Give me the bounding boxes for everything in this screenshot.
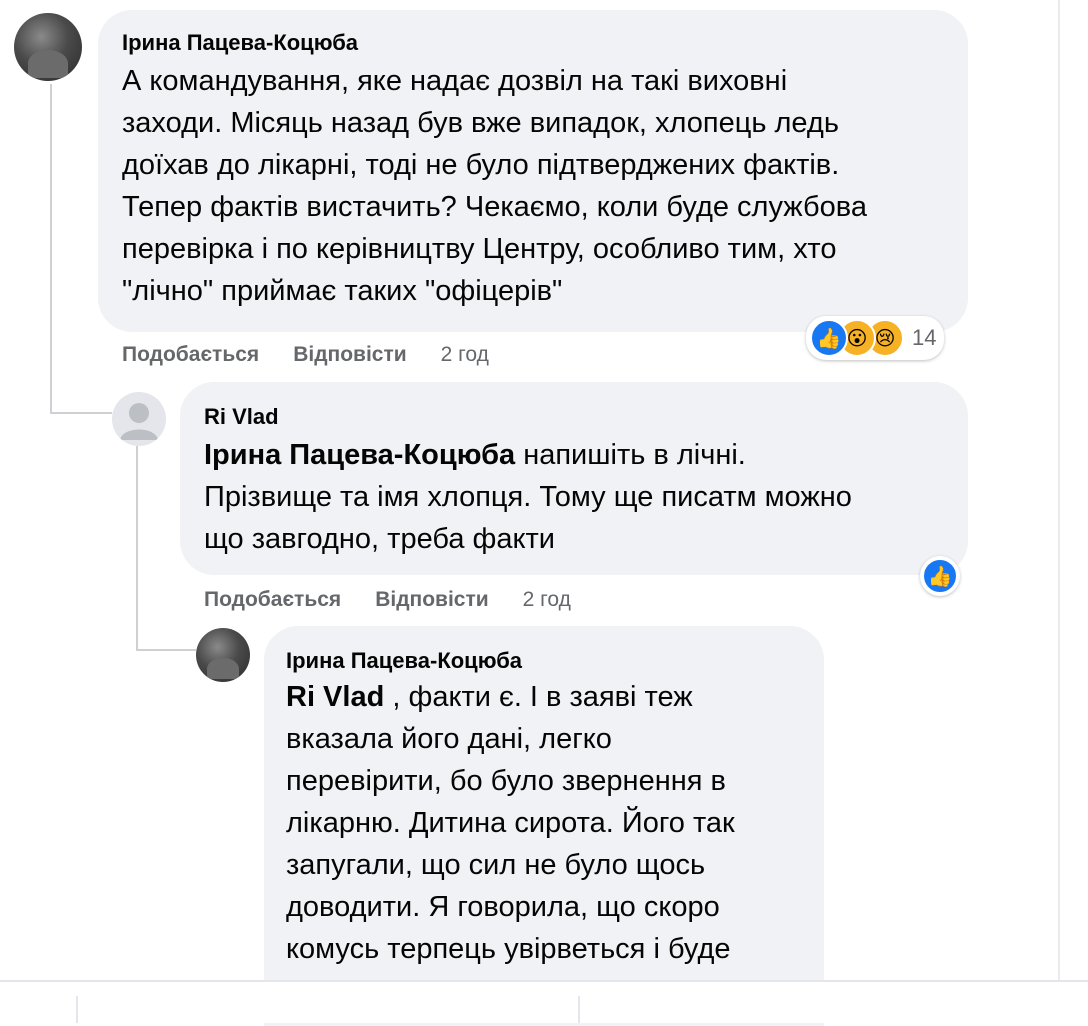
comment-line-rest: , факти є. І в заяві теж bbox=[384, 681, 693, 713]
comment-line: Тепер фактів вистачить? Чекаємо, коли бу… bbox=[122, 191, 867, 223]
default-avatar-icon bbox=[120, 403, 158, 440]
comment-line: лікарню. Дитина сирота. Його так bbox=[286, 807, 735, 839]
comment-bubble: Ri Vlad Ірина Пацева-Коцюба напишіть в л… bbox=[180, 382, 968, 575]
avatar[interactable] bbox=[14, 13, 82, 81]
reaction-summary[interactable]: 👍 bbox=[920, 556, 960, 596]
comment-author[interactable]: Ri Vlad bbox=[204, 404, 279, 430]
comment-line: "лічно" приймає таких "офіцерів" bbox=[122, 275, 563, 307]
thread-line-branch bbox=[136, 649, 196, 651]
comment-text: Ірина Пацева-Коцюба напишіть в лічні. Пр… bbox=[204, 434, 964, 560]
comment-bubble: Ірина Пацева-Коцюба А командування, яке … bbox=[98, 10, 968, 332]
comment-line: комусь терпець увірветься і буде bbox=[286, 933, 731, 965]
comment-line-rest: напишіть в лічні. bbox=[515, 439, 746, 471]
like-icon: 👍 bbox=[922, 558, 958, 594]
comment-author[interactable]: Ірина Пацева-Коцюба bbox=[122, 30, 358, 56]
reply-button[interactable]: Відповісти bbox=[375, 588, 488, 611]
avatar[interactable] bbox=[112, 392, 166, 446]
like-button[interactable]: Подобається bbox=[122, 343, 259, 366]
comment-line: Ірина Пацева-Коцюба напишіть в лічні. bbox=[204, 434, 964, 476]
comment-line: перевірка і по керівництву Центру, особл… bbox=[122, 233, 837, 265]
avatar[interactable] bbox=[196, 628, 250, 682]
mention-link[interactable]: Ri Vlad bbox=[286, 681, 384, 713]
like-button[interactable]: Подобається bbox=[204, 588, 341, 611]
comment-text: А командування, яке надає дозвіл на такі… bbox=[122, 60, 962, 312]
timestamp[interactable]: 2 год bbox=[441, 343, 489, 366]
timestamp[interactable]: 2 год bbox=[523, 588, 571, 611]
comment-line: доводити. Я говорила, що скоро bbox=[286, 891, 720, 923]
comment-text: Ri Vlad , факти є. І в заяві теж вказала… bbox=[286, 676, 816, 970]
comment-line: запугали, що сил не було щось bbox=[286, 849, 706, 881]
like-icon: 👍 bbox=[810, 319, 848, 357]
toolbar-divider bbox=[578, 996, 580, 1023]
comment-bubble: Ірина Пацева-Коцюба Ri Vlad , факти є. І… bbox=[264, 626, 824, 1026]
mention-link[interactable]: Ірина Пацева-Коцюба bbox=[204, 439, 515, 471]
comment-line: вказала його дані, легко bbox=[286, 723, 612, 755]
thread-line bbox=[50, 84, 52, 414]
comment-line: доїхав до лікарні, тоді не було підтверд… bbox=[122, 149, 840, 181]
comment-line: заходи. Місяць назад був вже випадок, хл… bbox=[122, 107, 839, 139]
toolbar-divider bbox=[76, 996, 78, 1023]
bottom-toolbar bbox=[0, 980, 1088, 1023]
thread-line bbox=[136, 446, 138, 651]
page-divider bbox=[1058, 0, 1060, 980]
reply-button[interactable]: Відповісти bbox=[293, 343, 406, 366]
reaction-count: 14 bbox=[912, 325, 937, 350]
reaction-summary[interactable]: 👍 😮 😢 14 bbox=[806, 316, 945, 360]
comment-line: Прізвище та імя хлопця. Тому ще писатм м… bbox=[204, 481, 852, 513]
comment-actions: Подобається Відповісти 2 год bbox=[122, 343, 523, 367]
thread-line-branch bbox=[50, 412, 112, 414]
comment-line: Ri Vlad , факти є. І в заяві теж bbox=[286, 676, 816, 718]
comment-line: А командування, яке надає дозвіл на такі… bbox=[122, 65, 788, 97]
comment-line: перевірити, бо було звернення в bbox=[286, 765, 726, 797]
comment-line: що завгодно, треба факти bbox=[204, 523, 555, 555]
comment-author[interactable]: Ірина Пацева-Коцюба bbox=[286, 648, 522, 674]
comment-actions: Подобається Відповісти 2 год bbox=[204, 588, 605, 612]
